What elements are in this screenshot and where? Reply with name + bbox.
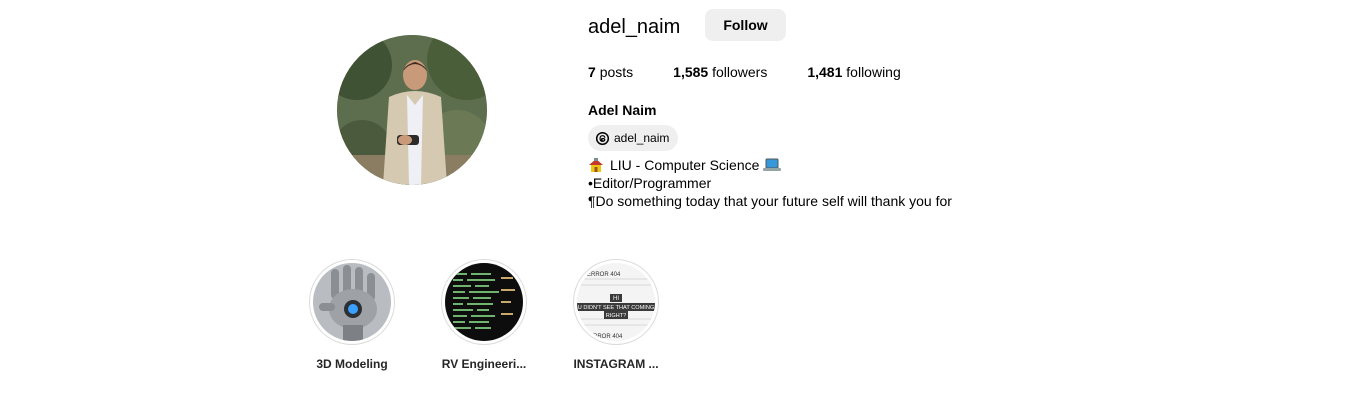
profile-avatar[interactable] xyxy=(337,35,487,185)
posts-label: posts xyxy=(599,64,634,80)
highlight-3d-modeling[interactable]: 3D Modeling xyxy=(302,259,402,371)
error-404-meme-icon: ERROR 404 HI U DIDN'T SEE THAT COMING RI… xyxy=(577,263,655,341)
bio-line-2: •Editor/Programmer xyxy=(588,175,712,191)
profile-username: adel_naim xyxy=(588,16,681,38)
meme-error-bottom: ERROR 404 xyxy=(589,334,623,340)
threads-handle: adel_naim xyxy=(614,131,670,145)
bio-line-1-text: LIU - Computer Science xyxy=(610,157,760,173)
posts-stat[interactable]: 7 posts xyxy=(588,63,633,81)
meme-line-2: U DIDN'T SEE THAT COMING xyxy=(578,305,655,311)
highlight-ring xyxy=(309,259,395,345)
following-stat[interactable]: 1,481 following xyxy=(807,63,900,81)
following-label: following xyxy=(846,64,901,80)
code-screen-icon xyxy=(445,263,523,341)
house-emoji-icon xyxy=(589,158,603,172)
meme-error-top: ERROR 404 xyxy=(587,272,621,278)
followers-count: 1,585 xyxy=(673,64,709,80)
profile-bio: LIU - Computer Science •Editor/Programme… xyxy=(588,156,952,210)
profile-stats: 7 posts 1,585 followers 1,481 following xyxy=(588,63,901,81)
laptop-emoji-icon xyxy=(763,158,782,171)
highlight-label: INSTAGRAM ... xyxy=(573,357,659,371)
meme-line-3: RIGHT? xyxy=(606,313,627,319)
meme-line-1: HI xyxy=(613,296,619,302)
highlight-rv-engineering[interactable]: RV Engineeri... xyxy=(434,259,534,371)
follow-button[interactable]: Follow xyxy=(705,9,786,41)
highlight-instagram[interactable]: ERROR 404 HI U DIDN'T SEE THAT COMING RI… xyxy=(566,259,666,371)
highlight-label: 3D Modeling xyxy=(316,357,388,371)
robot-hand-icon xyxy=(313,263,391,341)
bio-line-1: LIU - Computer Science xyxy=(588,156,952,174)
profile-photo xyxy=(337,35,487,185)
threads-icon xyxy=(595,131,610,145)
following-count: 1,481 xyxy=(807,64,843,80)
bio-line-3: ¶Do something today that your future sel… xyxy=(588,193,952,209)
posts-count: 7 xyxy=(588,64,596,80)
highlight-cover xyxy=(313,263,391,341)
threads-link[interactable]: adel_naim xyxy=(588,125,679,151)
highlight-ring: ERROR 404 HI U DIDN'T SEE THAT COMING RI… xyxy=(573,259,659,345)
highlight-cover xyxy=(445,263,523,341)
profile-full-name: Adel Naim xyxy=(588,102,657,118)
highlight-cover: ERROR 404 HI U DIDN'T SEE THAT COMING RI… xyxy=(577,263,655,341)
highlight-ring xyxy=(441,259,527,345)
followers-stat[interactable]: 1,585 followers xyxy=(673,63,767,81)
highlight-label: RV Engineeri... xyxy=(441,357,527,371)
followers-label: followers xyxy=(712,64,768,80)
